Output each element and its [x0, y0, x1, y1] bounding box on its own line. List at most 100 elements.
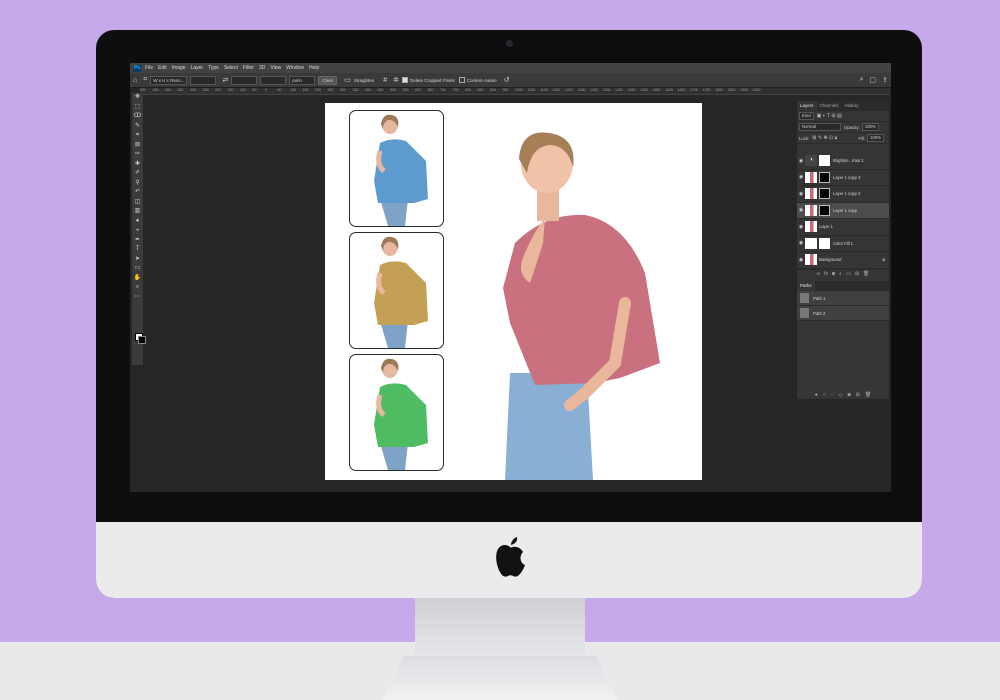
filter-icons[interactable]: ▣ ◐ T ⊞ ▤ — [817, 113, 842, 119]
new-layer-icon[interactable]: ⊞ — [855, 271, 859, 277]
layer-row[interactable]: ◉ Layer 1 copy 2 — [797, 186, 889, 203]
fill-field[interactable]: 100% — [867, 134, 884, 142]
content-aware-checkbox[interactable] — [458, 77, 465, 83]
straighten-label[interactable]: Straighten — [354, 78, 375, 83]
brush-icon[interactable]: ✐ — [133, 169, 142, 179]
pen-icon[interactable]: ✒ — [133, 236, 142, 246]
visibility-eye-icon[interactable]: ◉ — [797, 224, 805, 230]
ratio-select[interactable]: W x H x Reso... — [150, 75, 188, 85]
layer-filter-select[interactable]: Kind — [799, 112, 814, 120]
layer-row[interactable]: ◉ ◑ Brightne...trast 1 — [797, 153, 889, 170]
menu-help[interactable]: Help — [309, 65, 319, 71]
overlay-grid-icon[interactable]: # — [383, 77, 387, 84]
workspace-icon[interactable]: ▢ — [870, 76, 877, 84]
eraser-icon[interactable]: ◫ — [133, 198, 142, 208]
gradient-icon[interactable]: ▥ — [133, 207, 142, 217]
hand-icon[interactable]: ✋ — [133, 274, 142, 284]
load-selection-icon[interactable]: ◌ — [831, 392, 834, 398]
make-path-icon[interactable]: ◇ — [839, 392, 843, 398]
tab-history[interactable]: History — [842, 101, 862, 111]
crop-tool-icon[interactable]: ⌗ — [143, 76, 147, 84]
layer-mask-thumb[interactable] — [819, 237, 830, 249]
search-icon[interactable]: ⌕ — [860, 76, 864, 84]
delete-cropped-checkbox[interactable] — [402, 77, 409, 83]
opacity-field[interactable]: 100% — [861, 123, 879, 131]
height-field[interactable] — [231, 75, 258, 85]
visibility-eye-icon[interactable]: ◉ — [797, 158, 805, 164]
fill-path-icon[interactable]: ● — [815, 392, 818, 398]
reset-icon[interactable]: ↺ — [504, 76, 510, 84]
blend-mode-select[interactable]: Normal — [799, 123, 841, 131]
tab-paths[interactable]: Paths — [797, 281, 815, 291]
path-select-icon[interactable]: ➤ — [133, 255, 142, 265]
home-icon[interactable]: ⌂ — [133, 77, 137, 84]
move-icon[interactable]: ✥ — [133, 93, 142, 103]
type-icon[interactable]: T — [133, 245, 142, 255]
resolution-field[interactable] — [260, 75, 287, 85]
settings-gear-icon[interactable]: ✲ — [393, 76, 399, 84]
stroke-path-icon[interactable]: ○ — [823, 392, 826, 398]
menu-file[interactable]: File — [145, 65, 153, 71]
link-layers-icon[interactable]: ∞ — [817, 271, 821, 277]
background-color-swatch[interactable] — [138, 336, 146, 344]
quick-select-icon[interactable]: ✎ — [133, 122, 142, 132]
units-select[interactable]: px/in — [289, 75, 316, 85]
straighten-icon[interactable]: ▭ — [344, 76, 351, 84]
blur-icon[interactable]: ● — [133, 217, 142, 227]
new-group-icon[interactable]: ▭ — [846, 271, 851, 277]
swap-icon[interactable]: ⇄ — [222, 76, 228, 84]
layer-row[interactable]: ◉ Color Fill 1 — [797, 236, 889, 252]
crop-icon[interactable]: ⌗ — [133, 131, 142, 141]
visibility-eye-icon[interactable]: ◉ — [797, 191, 805, 197]
tab-channels[interactable]: Channels — [817, 101, 842, 111]
stamp-icon[interactable]: ⚲ — [133, 179, 142, 189]
new-path-icon[interactable]: ⊞ — [856, 392, 860, 398]
menu-filter[interactable]: Filter — [243, 65, 254, 71]
new-adjustment-icon[interactable]: ◐ — [839, 271, 842, 277]
add-mask-icon[interactable]: ◙ — [848, 392, 851, 398]
dodge-icon[interactable]: ◒ — [133, 226, 142, 236]
layer-mask-thumb[interactable] — [819, 171, 830, 183]
healing-icon[interactable]: ✚ — [133, 160, 142, 170]
lock-icons[interactable]: ⊠ ✎ ✥ ⊡ 🔒︎ — [812, 135, 837, 141]
menu-layer[interactable]: Layer — [191, 65, 204, 71]
layer-row-selected[interactable]: ◉ Layer 1 copy — [797, 202, 889, 219]
clear-button[interactable]: Clear — [318, 75, 338, 85]
width-field[interactable] — [190, 75, 217, 85]
visibility-eye-icon[interactable]: ◉ — [797, 207, 805, 213]
more-icon[interactable]: ⋯ — [133, 293, 142, 303]
eyedropper-icon[interactable]: ✑ — [133, 150, 142, 160]
tab-layers[interactable]: Layers — [797, 101, 817, 111]
menu-type[interactable]: Type — [208, 65, 219, 71]
visibility-eye-icon[interactable]: ◉ — [797, 174, 805, 180]
lasso-icon[interactable]: ↀ — [133, 112, 142, 122]
menu-edit[interactable]: Edit — [158, 65, 167, 71]
menu-view[interactable]: View — [270, 65, 281, 71]
add-mask-icon[interactable]: ◙ — [832, 271, 835, 277]
fx-icon[interactable]: fx — [824, 271, 828, 277]
zoom-icon[interactable]: ⌕ — [133, 283, 142, 293]
menu-3d[interactable]: 3D — [259, 65, 265, 71]
layer-row[interactable]: ◉ Layer 1 — [797, 219, 889, 236]
menu-select[interactable]: Select — [224, 65, 238, 71]
menu-window[interactable]: Window — [286, 65, 304, 71]
layer-mask-thumb[interactable] — [819, 155, 830, 167]
trash-icon[interactable]: 🗑︎ — [865, 392, 871, 398]
lock-icon[interactable]: 🔒︎ — [882, 257, 885, 263]
visibility-eye-icon[interactable]: ◉ — [797, 257, 805, 263]
visibility-eye-icon[interactable]: ◉ — [797, 240, 805, 246]
frame-icon[interactable]: ⊠ — [133, 141, 142, 151]
document-canvas[interactable] — [325, 103, 702, 480]
layer-row[interactable]: ◉ Layer 1 copy 3 — [797, 170, 889, 186]
marquee-icon[interactable]: ⬚ — [133, 103, 142, 113]
history-brush-icon[interactable]: ↶ — [133, 188, 142, 198]
path-row[interactable]: Path 1 — [797, 291, 889, 306]
share-icon[interactable]: ⇪ — [882, 76, 888, 84]
trash-icon[interactable]: 🗑︎ — [863, 271, 869, 277]
shape-icon[interactable]: ▭ — [133, 264, 142, 274]
path-row[interactable]: Path 2 — [797, 306, 889, 321]
layer-mask-thumb[interactable] — [819, 204, 830, 216]
menu-image[interactable]: Image — [172, 65, 186, 71]
layer-row[interactable]: ◉ Background 🔒︎ — [797, 252, 889, 269]
layer-mask-thumb[interactable] — [819, 188, 830, 200]
